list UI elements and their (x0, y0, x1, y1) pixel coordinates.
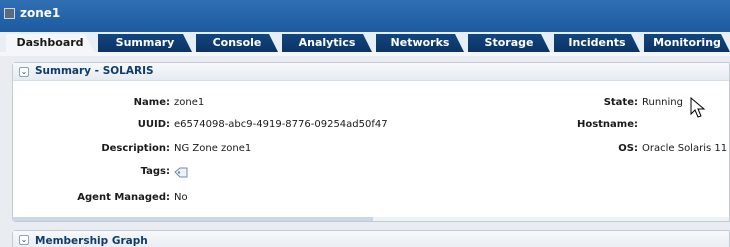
hostname-label: Hostname: (576, 119, 638, 130)
agent-managed-value: No (174, 192, 188, 203)
state-label: State: (603, 97, 638, 108)
tags-label: Tags: (140, 166, 170, 177)
membership-panel: ⌄ Membership Graph (12, 230, 730, 247)
window-titlebar: zone1 (0, 0, 730, 32)
os-label: OS: (618, 143, 638, 154)
mouse-pointer-icon (690, 97, 706, 118)
summary-panel-header: ⌄ Summary - SOLARIS (13, 63, 729, 81)
os-value: Oracle Solaris 11 (642, 143, 728, 154)
scrollbar-thumb[interactable] (13, 217, 373, 221)
uuid-label: UUID: (137, 119, 170, 130)
tab-console[interactable]: Console (196, 34, 278, 52)
description-label: Description: (101, 143, 170, 154)
tab-analytics[interactable]: Analytics (282, 34, 372, 52)
state-value: Running (642, 97, 683, 108)
name-value: zone1 (174, 97, 205, 108)
membership-panel-header: ⌄ Membership Graph (13, 231, 729, 247)
summary-panel: ⌄ Summary - SOLARIS Name: zone1 UUID: e6… (12, 62, 730, 222)
agent-managed-label: Agent Managed: (77, 192, 170, 203)
collapse-chevron-icon[interactable]: ⌄ (19, 67, 29, 77)
tab-dashboard[interactable]: Dashboard (6, 34, 94, 52)
name-label: Name: (133, 97, 170, 108)
summary-panel-title: Summary - SOLARIS (35, 65, 154, 77)
description-value: NG Zone zone1 (174, 143, 252, 154)
tab-monitoring[interactable]: Monitoring (644, 34, 730, 52)
dashboard-content: ⌄ Summary - SOLARIS Name: zone1 UUID: e6… (0, 56, 730, 247)
tab-summary[interactable]: Summary (98, 34, 192, 52)
membership-panel-title: Membership Graph (35, 235, 148, 247)
tab-storage[interactable]: Storage (468, 34, 550, 52)
window-icon (4, 8, 15, 19)
tab-incidents[interactable]: Incidents (554, 34, 640, 52)
horizontal-scrollbar[interactable] (13, 217, 729, 221)
window-title: zone1 (20, 6, 61, 20)
tag-icon[interactable] (174, 167, 188, 179)
collapse-chevron-icon[interactable]: ⌄ (19, 235, 29, 245)
tab-networks[interactable]: Networks (376, 34, 464, 52)
uuid-value: e6574098-abc9-4919-8776-09254ad50f47 (174, 119, 388, 130)
